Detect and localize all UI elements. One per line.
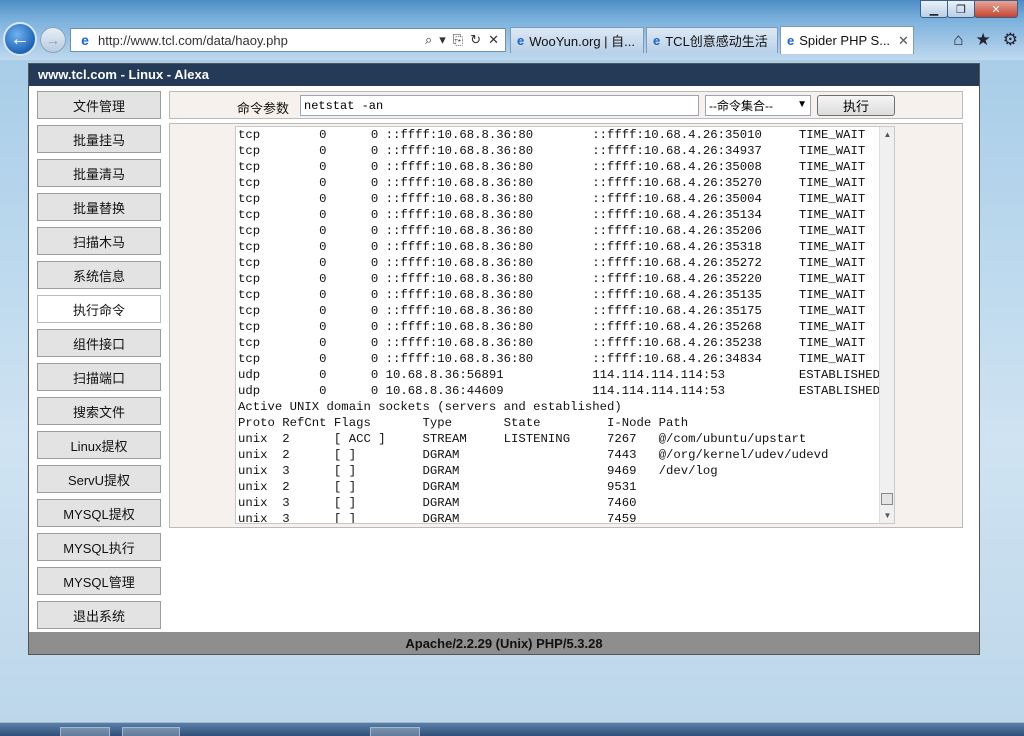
favorites-star-icon[interactable]: ★ <box>976 30 991 50</box>
scroll-up-icon[interactable]: ▲ <box>880 127 894 142</box>
sidebar-item-batch-replace[interactable]: 批量替换 <box>37 193 161 221</box>
sidebar-item-search-files[interactable]: 搜索文件 <box>37 397 161 425</box>
taskbar-item[interactable] <box>60 727 110 736</box>
sidebar-item-batch-inject[interactable]: 批量挂马 <box>37 125 161 153</box>
command-preset-value: --命令集合-- <box>709 99 773 113</box>
ie-page-icon: e <box>81 32 89 48</box>
command-output-textarea[interactable]: tcp 0 0 ::ffff:10.68.8.36:80 ::ffff:10.6… <box>235 126 895 524</box>
search-icon[interactable]: ⌕ <box>425 32 432 48</box>
output-line: tcp 0 0 ::ffff:10.68.8.36:80 ::ffff:10.6… <box>238 192 866 206</box>
tab-label: WooYun.org | 自... <box>529 34 635 49</box>
output-line: tcp 0 0 ::ffff:10.68.8.36:80 ::ffff:10.6… <box>238 272 866 286</box>
command-preset-select[interactable]: --命令集合-- ▼ <box>705 95 811 116</box>
output-line: tcp 0 0 ::ffff:10.68.8.36:80 ::ffff:10.6… <box>238 320 866 334</box>
chevron-down-icon: ▼ <box>797 99 807 110</box>
sidebar-item-mysql-privesc[interactable]: MYSQL提权 <box>37 499 161 527</box>
window-controls: ▁ ❐ ✕ <box>920 0 1018 18</box>
stop-icon[interactable]: ✕ <box>488 32 499 48</box>
browser-toolbar: ⌂ ★ ⚙ <box>953 30 1018 50</box>
ie-tab-icon: e <box>653 33 661 48</box>
site-footer: Apache/2.2.29 (Unix) PHP/5.3.28 <box>29 632 979 654</box>
tab-spider-php[interactable]: e Spider PHP S... ✕ <box>780 26 914 54</box>
back-arrow-icon: ← <box>10 27 30 50</box>
address-tools: ⌕ ▾ ⎘ ↻ ✕ <box>425 32 499 48</box>
tab-wooyun[interactable]: e WooYun.org | 自... <box>510 27 644 53</box>
output-line: unix 2 [ ACC ] STREAM LISTENING 7267 @/c… <box>238 432 807 446</box>
output-line: tcp 0 0 ::ffff:10.68.8.36:80 ::ffff:10.6… <box>238 304 866 318</box>
sidebar-item-servu-privesc[interactable]: ServU提权 <box>37 465 161 493</box>
taskbar-item[interactable] <box>122 727 180 736</box>
tab-tcl[interactable]: e TCL创意感动生活 <box>646 27 778 53</box>
close-window-button[interactable]: ✕ <box>974 0 1018 18</box>
output-line: tcp 0 0 ::ffff:10.68.8.36:80 ::ffff:10.6… <box>238 176 866 190</box>
sidebar-item-mysql-manage[interactable]: MYSQL管理 <box>37 567 161 595</box>
command-bar: 命令参数 --命令集合-- ▼ 执行 <box>169 91 963 119</box>
refresh-icon[interactable]: ↻ <box>470 32 481 48</box>
output-line: tcp 0 0 ::ffff:10.68.8.36:80 ::ffff:10.6… <box>238 224 866 238</box>
output-line: unix 3 [ ] DGRAM 7460 <box>238 496 637 510</box>
scroll-down-icon[interactable]: ▼ <box>880 508 894 523</box>
output-line: unix 3 [ ] DGRAM 7459 <box>238 512 637 524</box>
output-line: tcp 0 0 ::ffff:10.68.8.36:80 ::ffff:10.6… <box>238 144 866 158</box>
back-button[interactable]: ← <box>3 22 37 56</box>
tab-label: Spider PHP S... <box>799 33 891 48</box>
command-input[interactable] <box>300 95 699 116</box>
output-line: tcp 0 0 ::ffff:10.68.8.36:80 ::ffff:10.6… <box>238 128 866 142</box>
forward-button[interactable]: → <box>40 27 66 53</box>
sidebar-item-system-info[interactable]: 系统信息 <box>37 261 161 289</box>
maximize-button[interactable]: ❐ <box>947 0 975 18</box>
output-line: tcp 0 0 ::ffff:10.68.8.36:80 ::ffff:10.6… <box>238 160 866 174</box>
output-line: tcp 0 0 ::ffff:10.68.8.36:80 ::ffff:10.6… <box>238 336 866 350</box>
output-line: udp 0 0 10.68.8.36:44609 114.114.114.114… <box>238 384 881 398</box>
dropdown-icon[interactable]: ▾ <box>439 32 446 48</box>
scroll-thumb[interactable] <box>881 493 893 505</box>
output-line: tcp 0 0 ::ffff:10.68.8.36:80 ::ffff:10.6… <box>238 352 866 366</box>
output-scrollbar[interactable]: ▲ ▼ <box>879 127 894 523</box>
output-line: unix 2 [ ] DGRAM 7443 @/org/kernel/udev/… <box>238 448 829 462</box>
ie-tab-icon: e <box>517 33 525 48</box>
site-header: www.tcl.com - Linux - Alexa <box>29 64 979 86</box>
output-line: tcp 0 0 ::ffff:10.68.8.36:80 ::ffff:10.6… <box>238 256 866 270</box>
output-panel: tcp 0 0 ::ffff:10.68.8.36:80 ::ffff:10.6… <box>169 123 963 528</box>
tab-close-icon[interactable]: ✕ <box>898 33 909 49</box>
command-label: 命令参数 <box>237 101 290 116</box>
sidebar-item-mysql-execute[interactable]: MYSQL执行 <box>37 533 161 561</box>
taskbar <box>0 722 1024 736</box>
compatibility-view-icon[interactable]: ⎘ <box>453 32 463 48</box>
tab-label: TCL创意感动生活 <box>665 34 768 49</box>
execute-button[interactable]: 执行 <box>817 95 895 116</box>
taskbar-item[interactable] <box>370 727 420 736</box>
address-bar[interactable]: e http://www.tcl.com/data/haoy.php ⌕ ▾ ⎘… <box>70 28 506 52</box>
page-viewport: www.tcl.com - Linux - Alexa 文件管理 批量挂马 批量… <box>28 63 980 655</box>
sidebar-item-linux-privesc[interactable]: Linux提权 <box>37 431 161 459</box>
ie-tab-icon: e <box>787 33 795 48</box>
minimize-button[interactable]: ▁ <box>920 0 948 18</box>
command-output-text: tcp 0 0 ::ffff:10.68.8.36:80 ::ffff:10.6… <box>238 127 881 524</box>
output-line: unix 2 [ ] DGRAM 9531 <box>238 480 637 494</box>
output-line: Proto RefCnt Flags Type State I-Node Pat… <box>238 416 689 430</box>
sidebar-item-file-manager[interactable]: 文件管理 <box>37 91 161 119</box>
address-url[interactable]: http://www.tcl.com/data/haoy.php <box>98 33 425 48</box>
sidebar-item-logout[interactable]: 退出系统 <box>37 601 161 629</box>
sidebar-menu: 文件管理 批量挂马 批量清马 批量替换 扫描木马 系统信息 执行命令 组件接口 … <box>37 91 161 635</box>
output-line: tcp 0 0 ::ffff:10.68.8.36:80 ::ffff:10.6… <box>238 240 866 254</box>
tools-gear-icon[interactable]: ⚙ <box>1003 30 1018 50</box>
output-line: Active UNIX domain sockets (servers and … <box>238 400 622 414</box>
output-line: udp 0 0 10.68.8.36:56891 114.114.114.114… <box>238 368 881 382</box>
forward-arrow-icon: → <box>46 32 60 48</box>
sidebar-item-batch-clean[interactable]: 批量清马 <box>37 159 161 187</box>
output-line: tcp 0 0 ::ffff:10.68.8.36:80 ::ffff:10.6… <box>238 288 866 302</box>
sidebar-item-component-interface[interactable]: 组件接口 <box>37 329 161 357</box>
sidebar-item-execute-command[interactable]: 执行命令 <box>37 295 161 323</box>
browser-chrome: ▁ ❐ ✕ ← → e http://www.tcl.com/data/haoy… <box>0 0 1024 60</box>
home-icon[interactable]: ⌂ <box>953 30 963 50</box>
sidebar-item-scan-ports[interactable]: 扫描端口 <box>37 363 161 391</box>
sidebar-item-scan-trojan[interactable]: 扫描木马 <box>37 227 161 255</box>
output-line: tcp 0 0 ::ffff:10.68.8.36:80 ::ffff:10.6… <box>238 208 866 222</box>
output-line: unix 3 [ ] DGRAM 9469 /dev/log <box>238 464 718 478</box>
